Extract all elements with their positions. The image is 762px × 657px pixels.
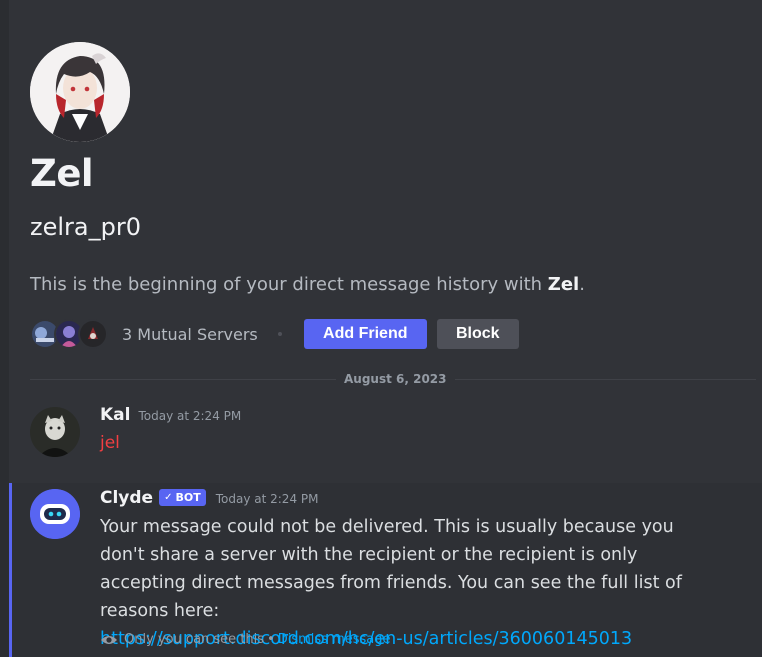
profile-username: zelra_pr0 [30, 213, 141, 241]
intro-suffix: . [579, 274, 585, 295]
message-content: jel [100, 433, 120, 453]
mutual-server-icon[interactable] [78, 319, 108, 349]
message-header: Kal Today at 2:24 PM [100, 405, 241, 425]
bot-badge-label: BOT [175, 491, 201, 504]
ephemeral-text: Only you can see this [124, 632, 265, 647]
message-timestamp[interactable]: Today at 2:24 PM [216, 492, 319, 506]
message-header: Clyde ✓ BOT Today at 2:24 PM [100, 488, 318, 508]
block-button[interactable]: Block [436, 319, 519, 349]
profile-avatar[interactable] [30, 42, 130, 142]
dm-message-list[interactable]: Zel zelra_pr0 This is the beginning of y… [9, 0, 762, 657]
profile-display-name: Zel [30, 152, 94, 195]
author-name[interactable]: Clyde [100, 488, 153, 508]
separator-dot [277, 332, 282, 336]
server-sidebar-edge [0, 0, 9, 657]
ephemeral-note: Only you can see this • Dismiss message [100, 632, 391, 647]
checkmark-icon: ✓ [164, 492, 173, 503]
author-avatar[interactable] [30, 407, 80, 457]
bot-badge: ✓ BOT [159, 489, 206, 506]
message-timestamp[interactable]: Today at 2:24 PM [138, 409, 241, 423]
clyde-avatar[interactable] [30, 489, 80, 539]
mutual-servers-row: 3 Mutual Servers Add Friend Block [30, 318, 519, 350]
mutual-server-icons[interactable] [30, 319, 108, 349]
message-item[interactable]: Kal Today at 2:24 PM [9, 405, 762, 465]
intro-name: Zel [547, 274, 580, 295]
dm-intro-text: This is the beginning of your direct mes… [30, 274, 585, 295]
date-divider-label: August 6, 2023 [336, 372, 455, 386]
ephemeral-separator: • [267, 632, 275, 647]
author-name[interactable]: Kal [100, 405, 130, 425]
eye-icon [101, 635, 117, 644]
dismiss-message-link[interactable]: Dismiss message [278, 632, 391, 647]
add-friend-button[interactable]: Add Friend [303, 319, 427, 349]
message-body: Your message could not be delivered. Thi… [100, 517, 682, 621]
intro-prefix: This is the beginning of your direct mes… [30, 274, 548, 295]
mutual-servers-link[interactable]: 3 Mutual Servers [122, 325, 258, 344]
